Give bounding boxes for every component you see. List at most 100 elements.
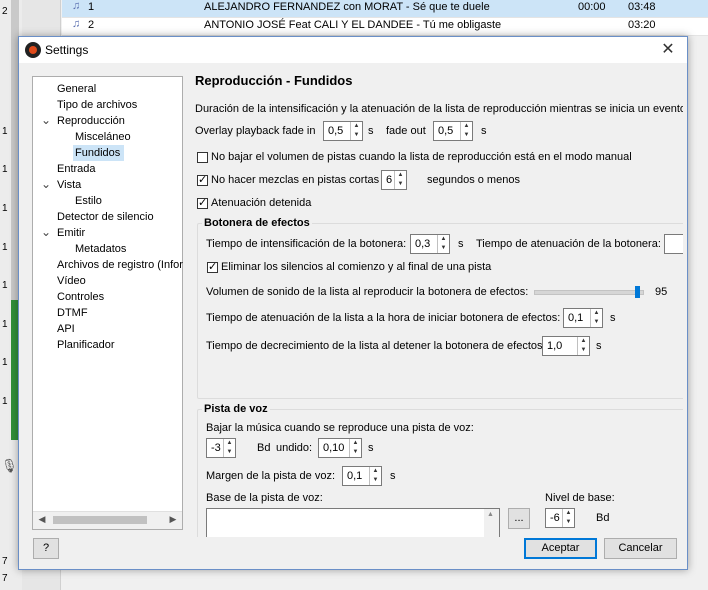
tree-item-controles[interactable]: Controles <box>57 289 104 305</box>
settings-page: Reproducción - Fundidos Duración de la i… <box>189 67 683 537</box>
base-level-spinner[interactable]: -6 ▲ ▼ <box>545 508 575 528</box>
unit-label: s <box>610 312 616 324</box>
no-mix-label: No hacer mezclas en pistas cortas <box>211 174 380 186</box>
music-note-icon: ♫ <box>72 18 81 30</box>
close-icon[interactable]: ✕ <box>657 40 679 60</box>
spin-down-icon[interactable]: ▼ <box>350 448 361 457</box>
playlist-row[interactable]: ♫ 1 ALEJANDRO FERNANDEZ con MORAT - Sé q… <box>62 0 708 18</box>
spinner-buttons[interactable]: ▲ ▼ <box>349 439 361 457</box>
spinner-buttons[interactable]: ▲ ▼ <box>577 337 589 355</box>
chevron-down-icon[interactable]: ⌄ <box>41 178 51 190</box>
list-fade-spinner[interactable]: 0,1 ▲ ▼ <box>563 308 603 328</box>
music-note-icon: ♫ <box>72 0 81 12</box>
volume-label: Volumen de sonido de la lista al reprodu… <box>206 286 529 298</box>
spin-down-icon[interactable]: ▼ <box>563 518 574 527</box>
spin-up-icon[interactable]: ▲ <box>370 467 381 476</box>
tree-horizontal-scrollbar[interactable]: ◀ ▶ <box>33 511 182 529</box>
tree-item-archivos-de-registro-infor[interactable]: Archivos de registro (Infor <box>57 257 183 273</box>
spin-down-icon[interactable]: ▼ <box>224 448 235 457</box>
chevron-down-icon[interactable]: ⌄ <box>41 226 51 238</box>
tree-item-emitir[interactable]: Emitir <box>57 225 85 241</box>
spin-down-icon[interactable]: ▼ <box>438 244 449 253</box>
spinner-buttons[interactable]: ▲ ▼ <box>460 122 472 140</box>
track-duration: 03:48 <box>628 1 656 13</box>
page-title: Reproducción - Fundidos <box>195 73 353 88</box>
spinner-value: 0,5 <box>328 125 344 137</box>
chevron-down-icon[interactable]: ⌄ <box>41 114 51 126</box>
tree-item-dtmf[interactable]: DTMF <box>57 305 88 321</box>
spin-down-icon[interactable]: ▼ <box>370 476 381 485</box>
no-mix-seconds-spinner[interactable]: 6 ▲ ▼ <box>381 170 407 190</box>
spinner-buttons[interactable]: ▲ ▼ <box>350 122 362 140</box>
manual-mode-label: No bajar el volumen de pistas cuando la … <box>211 151 632 163</box>
spinner-buttons[interactable]: ▲ ▼ <box>394 171 406 189</box>
stop-fade-checkbox[interactable] <box>197 196 208 209</box>
cancel-button[interactable]: Cancelar <box>604 538 677 559</box>
spinner-buttons[interactable]: ▲ ▼ <box>437 235 449 253</box>
spinner-buttons[interactable]: ▲ ▼ <box>223 439 235 457</box>
tree-item-fundidos[interactable]: Fundidos <box>73 145 125 161</box>
spin-up-icon[interactable]: ▲ <box>578 337 589 346</box>
list-decrease-label: Tiempo de decrecimiento de la lista al d… <box>206 340 546 352</box>
manual-mode-checkbox[interactable] <box>197 152 208 163</box>
accept-button[interactable]: Aceptar <box>524 538 597 559</box>
volume-slider[interactable] <box>534 290 644 295</box>
spin-down-icon[interactable]: ▼ <box>395 180 406 189</box>
spinner-value: 0,3 <box>415 238 431 250</box>
spin-down-icon[interactable]: ▼ <box>578 346 589 355</box>
spin-up-icon[interactable]: ▲ <box>461 122 472 131</box>
voice-margin-spinner[interactable]: 0,1 ▲ ▼ <box>342 466 382 486</box>
spinner-buttons[interactable]: ▲ ▼ <box>590 309 602 327</box>
scroll-right-icon[interactable]: ▶ <box>166 514 180 525</box>
spin-down-icon[interactable]: ▼ <box>591 318 602 327</box>
spinner-buttons[interactable]: ▲ ▼ <box>369 467 381 485</box>
spin-up-icon[interactable]: ▲ <box>591 309 602 318</box>
tree-item-estilo[interactable]: Estilo <box>75 193 102 209</box>
list-decrease-spinner[interactable]: 1,0 ▲ ▼ <box>542 336 590 356</box>
track-title: ANTONIO JOSÉ Feat CALI Y EL DANDEE - Tú … <box>204 19 502 31</box>
tree-item-vista[interactable]: Vista <box>57 177 81 193</box>
voice-base-textarea[interactable]: ▲ ▼ <box>206 508 500 537</box>
tree-item-reproducción[interactable]: Reproducción <box>57 113 125 129</box>
scroll-left-icon[interactable]: ◀ <box>35 514 49 525</box>
scroll-up-icon[interactable]: ▲ <box>487 511 494 518</box>
lower-music-spinner[interactable]: -3 ▲ ▼ <box>206 438 236 458</box>
spin-up-icon[interactable]: ▲ <box>351 122 362 131</box>
tree-item-tipo-de-archivos[interactable]: Tipo de archivos <box>57 97 137 113</box>
spin-down-icon[interactable]: ▼ <box>461 131 472 140</box>
tree-item-misceláneo[interactable]: Misceláneo <box>75 129 131 145</box>
tree-item-detector-de-silencio[interactable]: Detector de silencio <box>57 209 154 225</box>
botonera-fade-in-spinner[interactable]: 0,3 ▲ ▼ <box>410 234 450 254</box>
tree-item-metadatos[interactable]: Metadatos <box>75 241 126 257</box>
tree-item-entrada[interactable]: Entrada <box>57 161 96 177</box>
remove-silence-checkbox[interactable] <box>207 260 218 273</box>
botonera-group: Botonera de efectos Tiempo de intensific… <box>197 217 683 399</box>
playlist-row[interactable]: ♫ 2 ANTONIO JOSÉ Feat CALI Y EL DANDEE -… <box>62 18 708 36</box>
tree-item-planificador[interactable]: Planificador <box>57 337 114 353</box>
fade-spinner[interactable]: 0,10 ▲ ▼ <box>318 438 362 458</box>
fade-out-label: fade out <box>386 125 426 137</box>
voice-margin-label: Margen de la pista de voz: <box>206 470 336 482</box>
no-mix-suffix: segundos o menos <box>427 174 520 186</box>
overlay-fade-in-spinner[interactable]: 0,5 ▲ ▼ <box>323 121 363 141</box>
volume-slider-thumb[interactable] <box>635 286 640 298</box>
tree-item-general[interactable]: General <box>57 81 96 97</box>
spin-up-icon[interactable]: ▲ <box>438 235 449 244</box>
spin-down-icon[interactable]: ▼ <box>351 131 362 140</box>
spinner-buttons[interactable]: ▲ ▼ <box>562 509 574 527</box>
spin-up-icon[interactable]: ▲ <box>224 439 235 448</box>
no-mix-checkbox[interactable] <box>197 173 208 186</box>
tree-item-vídeo[interactable]: Vídeo <box>57 273 86 289</box>
spin-up-icon[interactable]: ▲ <box>563 509 574 518</box>
scrollbar-thumb[interactable] <box>53 516 147 524</box>
spin-up-icon[interactable]: ▲ <box>350 439 361 448</box>
fade-out-spinner[interactable]: 0,5 ▲ ▼ <box>433 121 473 141</box>
overlay-fade-in-label: Overlay playback fade in <box>195 125 316 137</box>
textarea-scrollbar[interactable]: ▲ ▼ <box>484 509 499 537</box>
tree-item-api[interactable]: API <box>57 321 75 337</box>
browse-button[interactable]: ... <box>508 508 530 529</box>
help-button[interactable]: ? <box>33 538 59 559</box>
botonera-fade-out-spinner[interactable] <box>664 234 683 254</box>
spin-up-icon[interactable]: ▲ <box>395 171 406 180</box>
row-number: 7 <box>2 556 8 567</box>
